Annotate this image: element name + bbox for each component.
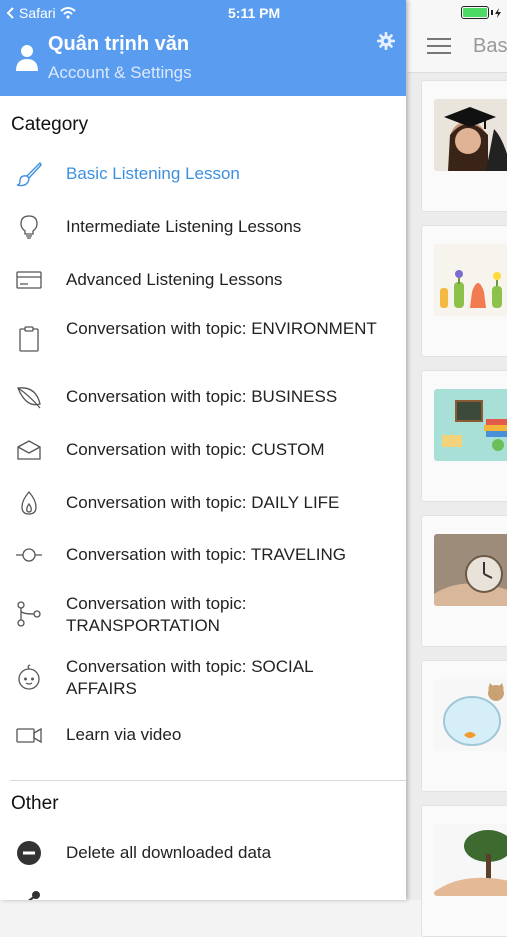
envelope-open-icon xyxy=(16,437,42,463)
leaf-icon xyxy=(16,384,42,410)
menu-item-label: Intermediate Listening Lessons xyxy=(66,217,302,236)
status-time: 5:11 PM xyxy=(228,5,281,21)
branch-icon xyxy=(16,601,42,627)
menu-item-label: Delete all downloaded data xyxy=(66,843,272,862)
menu-item-custom[interactable]: Conversation with topic: CUSTOM xyxy=(0,434,406,466)
menu-item-share[interactable] xyxy=(0,890,406,900)
menu-item-daily-life[interactable]: Conversation with topic: DAILY LIFE xyxy=(0,487,406,519)
wifi-icon xyxy=(59,7,76,19)
menu-item-label: Conversation with topic: DAILY LIFE xyxy=(66,493,340,512)
study-time-thumbnail xyxy=(434,389,507,461)
tree-hand-thumbnail xyxy=(434,824,507,896)
card-icon xyxy=(16,267,42,293)
lesson-card[interactable] xyxy=(421,80,507,212)
clipboard-icon xyxy=(16,326,42,352)
clock-hand-thumbnail xyxy=(434,534,507,606)
gear-icon[interactable] xyxy=(377,32,395,50)
back-arrow-icon[interactable] xyxy=(6,7,15,19)
lightbulb-icon xyxy=(16,214,42,240)
menu-item-delete-downloads[interactable]: Delete all downloaded data xyxy=(0,837,406,869)
lesson-card[interactable] xyxy=(421,515,507,647)
vases-thumbnail xyxy=(434,244,507,316)
menu-item-traveling[interactable]: Conversation with topic: TRAVELING xyxy=(0,539,406,571)
main-content: Bas xyxy=(407,0,507,937)
baby-icon xyxy=(16,664,42,690)
menu-item-label: Basic Listening Lesson xyxy=(66,164,240,183)
fishbowl-thumbnail xyxy=(434,679,507,751)
menu-item-label: Learn via video xyxy=(66,725,182,744)
menu-item-basic-listening[interactable]: Basic Listening Lesson xyxy=(0,158,406,190)
menu-item-intermediate-listening[interactable]: Intermediate Listening Lessons xyxy=(0,211,406,243)
video-camera-icon xyxy=(16,722,42,748)
lesson-card[interactable] xyxy=(421,660,507,792)
menu-item-label: Conversation with topic: ENVIRONMENT xyxy=(66,319,377,338)
battery-icon xyxy=(461,6,501,19)
lesson-card[interactable] xyxy=(421,225,507,357)
lesson-card[interactable] xyxy=(421,805,507,937)
navigation-drawer: Quân trịnh văn Account & Settings Catego… xyxy=(0,0,406,900)
minus-circle-icon xyxy=(16,840,42,866)
menu-item-transportation[interactable]: Conversation with topic: TRANSPORTATION xyxy=(0,591,406,639)
lesson-card[interactable] xyxy=(421,370,507,502)
menu-item-business[interactable]: Conversation with topic: BUSINESS xyxy=(0,381,406,413)
other-heading: Other xyxy=(11,793,59,814)
menu-item-label: Conversation with topic: TRAVELING xyxy=(66,545,346,564)
account-settings-link[interactable]: Account & Settings xyxy=(48,63,192,83)
share-icon xyxy=(16,890,42,900)
commit-icon xyxy=(16,542,42,568)
status-bar: Safari 5:11 PM xyxy=(0,0,507,26)
graduate-thumbnail xyxy=(434,99,507,171)
menu-item-social-affairs[interactable]: Conversation with topic: SOCIAL AFFAIRS xyxy=(0,654,406,702)
menu-item-label: Advanced Listening Lessons xyxy=(66,270,283,289)
menu-item-learn-via-video[interactable]: Learn via video xyxy=(0,719,406,751)
menu-item-environment[interactable]: Conversation with topic: ENVIRONMENT xyxy=(0,316,406,364)
category-heading: Category xyxy=(11,114,89,135)
flame-icon xyxy=(16,490,42,516)
main-title: Bas xyxy=(473,35,507,57)
menu-item-label: Conversation with topic: TRANSPORTATION xyxy=(66,594,247,635)
user-icon xyxy=(16,45,38,71)
menu-item-label: Conversation with topic: SOCIAL AFFAIRS xyxy=(66,657,313,698)
menu-icon[interactable] xyxy=(427,38,451,54)
carrier-label: Safari xyxy=(19,5,56,21)
status-left: Safari xyxy=(6,5,76,21)
menu-item-label: Conversation with topic: CUSTOM xyxy=(66,440,325,459)
paintbrush-icon xyxy=(16,161,42,187)
menu-item-label: Conversation with topic: BUSINESS xyxy=(66,387,338,406)
menu-item-advanced-listening[interactable]: Advanced Listening Lessons xyxy=(0,264,406,296)
user-name: Quân trịnh văn xyxy=(48,33,190,55)
divider xyxy=(10,780,406,781)
